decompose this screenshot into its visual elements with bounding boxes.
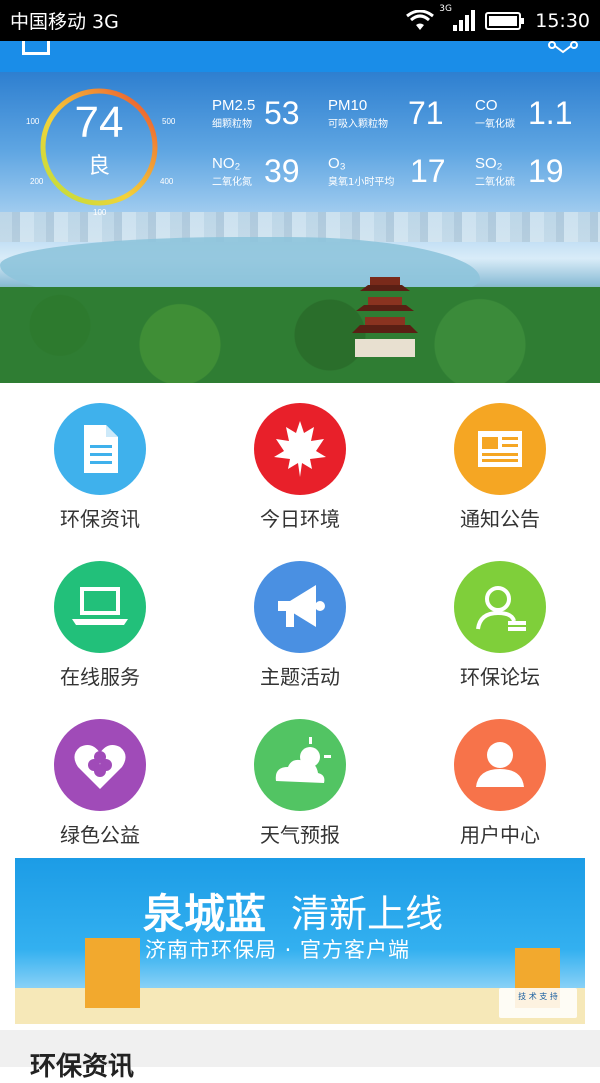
tile-forum[interactable]: 环保论坛: [400, 541, 600, 699]
pollutant-name: PM10: [328, 97, 368, 114]
status-icons: 3G 15:30: [405, 4, 590, 32]
pollutant-value: 39: [264, 153, 300, 189]
section-title: 环保资讯: [30, 1052, 135, 1082]
trees: [0, 287, 600, 383]
maple-leaf-icon: [274, 421, 326, 477]
pollutant-desc: 二氧化氮: [212, 177, 252, 188]
battery-icon: [485, 11, 525, 30]
pollutant-name: O₃: [328, 155, 346, 172]
status-bar: 中国移动 3G 3G 15:30: [0, 0, 600, 41]
banner-caption: 济南市环保局 · 官方客户端: [145, 938, 411, 962]
pollutant-co: CO 一氧化碳 1.1: [475, 95, 575, 137]
wifi-icon: [406, 9, 435, 30]
megaphone-icon: [278, 585, 325, 627]
newspaper-icon: [478, 431, 522, 467]
heart-clover-icon: [74, 745, 126, 789]
pollutant-value: 71: [408, 95, 444, 131]
document-icon: [84, 425, 118, 473]
tile-label: 绿色公益: [60, 823, 140, 847]
tile-today-environment[interactable]: 今日环境: [200, 383, 400, 541]
tile-weather[interactable]: 天气预报: [200, 699, 400, 857]
news-section: 环保资讯: [0, 1030, 600, 1082]
tile-user-center[interactable]: 用户中心: [400, 699, 600, 857]
tile-theme-activities[interactable]: 主题活动: [200, 541, 400, 699]
pollutant-name: SO₂: [475, 155, 503, 172]
pagoda-image: [352, 277, 418, 357]
tile-icon-bg: [254, 403, 346, 495]
tile-icon-bg: [54, 403, 146, 495]
pollutant-desc: 二氧化硫: [475, 177, 515, 188]
banner-subtitle: 清新上线: [291, 892, 444, 936]
tile-online-service[interactable]: 在线服务: [0, 541, 200, 699]
tile-label: 主题活动: [260, 665, 340, 689]
tile-icon-bg: [454, 561, 546, 653]
pollutant-o3: O₃ 臭氧1小时平均 17: [328, 153, 448, 195]
pollutant-no2: NO₂ 二氧化氮 39: [212, 153, 312, 195]
share-icon[interactable]: [546, 41, 580, 55]
tile-icon-bg: [254, 561, 346, 653]
aqi-value: 74: [74, 98, 124, 147]
pollutant-value: 1.1: [528, 95, 573, 131]
tile-icon-bg: [254, 719, 346, 811]
pollutant-value: 17: [410, 153, 446, 189]
tile-icon-bg: [454, 403, 546, 495]
pollutant-name: PM2.5: [212, 97, 256, 114]
tile-environmental-news[interactable]: 环保资讯: [0, 383, 200, 541]
menu-icon[interactable]: [22, 41, 50, 55]
tile-icon-bg: [54, 561, 146, 653]
user-icon: [476, 742, 524, 787]
tile-label: 今日环境: [260, 507, 340, 531]
network-type-label: 3G: [439, 3, 452, 14]
aqi-tick: 200: [30, 177, 44, 186]
pollutant-pm10: PM10 可吸入颗粒物 71: [328, 95, 448, 137]
tile-notices[interactable]: 通知公告: [400, 383, 600, 541]
user-speech-icon: [476, 586, 526, 631]
laptop-icon: [72, 587, 128, 625]
app-bar: [0, 41, 600, 72]
banner-title: 泉城蓝: [143, 890, 266, 938]
pollutant-name: CO: [475, 97, 498, 114]
pollutant-so2: SO₂ 二氧化硫 19: [475, 153, 575, 195]
tile-icon-bg: [454, 719, 546, 811]
aqi-tick: 100: [93, 208, 107, 217]
tech-support-badge: 技 术 支 持: [499, 988, 577, 1018]
aqi-tick: 500: [162, 117, 176, 126]
badge-text: 技 术 支 持: [518, 992, 558, 1001]
pollutant-value: 53: [264, 95, 300, 131]
aqi-tick: 400: [160, 177, 174, 186]
aqi-level: 良: [87, 154, 110, 179]
tile-label: 用户中心: [460, 823, 540, 847]
tile-label: 环保论坛: [460, 665, 540, 689]
pollutant-pm25: PM2.5 细颗粒物 53: [212, 95, 312, 137]
tile-icon-bg: [54, 719, 146, 811]
pollutant-desc: 臭氧1小时平均: [328, 177, 395, 188]
pollutant-desc: 细颗粒物: [212, 119, 252, 130]
pollutant-name: NO₂: [212, 155, 241, 172]
carrier-label: 中国移动 3G: [10, 11, 119, 33]
pollutant-desc: 一氧化碳: [475, 119, 515, 130]
pollutant-desc: 可吸入颗粒物: [328, 119, 388, 130]
tile-label: 通知公告: [460, 507, 540, 531]
building-illustration: [85, 938, 140, 1008]
clock: 15:30: [535, 9, 590, 32]
tile-label: 环保资讯: [60, 507, 140, 531]
promo-banner[interactable]: 泉城蓝 清新上线 济南市环保局 · 官方客户端 技 术 支 持: [15, 858, 585, 1024]
feature-grid: 环保资讯 今日环境 通知公告 在线服务 主题活动 环保论坛 绿色公益 天气预报 …: [0, 383, 600, 853]
tile-label: 天气预报: [260, 823, 340, 847]
aqi-tick: 100: [26, 117, 40, 126]
tile-label: 在线服务: [60, 665, 140, 689]
pollutant-value: 19: [528, 153, 564, 189]
tile-green-charity[interactable]: 绿色公益: [0, 699, 200, 857]
signal-icon: 3G: [439, 4, 476, 32]
weather-icon: [275, 737, 331, 783]
